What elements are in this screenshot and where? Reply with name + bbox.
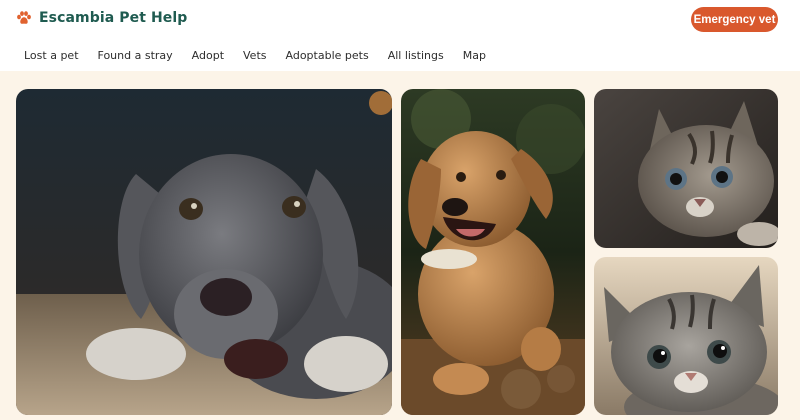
nav-item-map[interactable]: Map (463, 49, 486, 62)
nav-item-adopt[interactable]: Adopt (192, 49, 224, 62)
nav-item-lost-a-pet[interactable]: Lost a pet (24, 49, 79, 62)
photo-golden-dog[interactable] (401, 89, 585, 415)
paw-icon (17, 11, 31, 24)
nav-item-all-listings[interactable]: All listings (388, 49, 444, 62)
photo-kitten-looking[interactable] (594, 257, 778, 415)
photo-gallery (0, 71, 800, 420)
brand-name: Escambia Pet Help (39, 10, 188, 26)
brand-logo[interactable]: Escambia Pet Help (16, 10, 187, 26)
nav-item-adoptable-pets[interactable]: Adoptable pets (286, 49, 369, 62)
emergency-vet-button[interactable]: Emergency vet (691, 7, 778, 32)
photo-gray-puppy[interactable] (16, 89, 392, 415)
main-nav: Lost a pet Found a stray Adopt Vets Adop… (0, 40, 800, 71)
nav-item-found-a-stray[interactable]: Found a stray (98, 49, 173, 62)
nav-item-vets[interactable]: Vets (243, 49, 266, 62)
photo-kitten-lying[interactable] (594, 89, 778, 248)
site-header: Escambia Pet Help Emergency vet (0, 0, 800, 40)
